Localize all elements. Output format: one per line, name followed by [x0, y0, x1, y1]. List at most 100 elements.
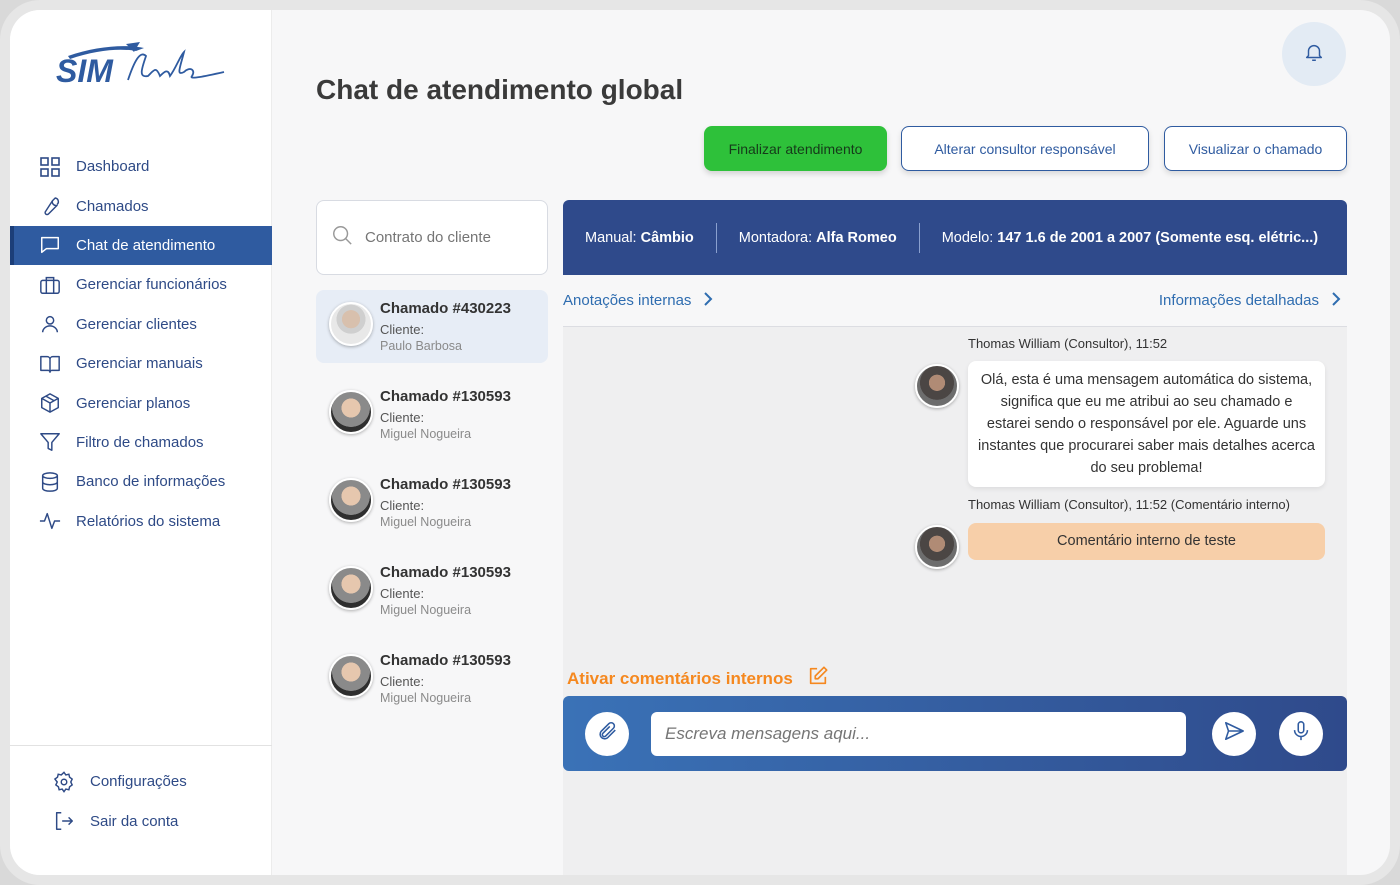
- bell-icon: [1303, 41, 1325, 68]
- anotacoes-internas-label: Anotações internas: [563, 292, 692, 309]
- sidebar-nav: Dashboard Chamados Chat de atendimento G…: [10, 147, 272, 541]
- sidebar-item-label: Dashboard: [76, 158, 150, 176]
- ticket-title: Chamado #430223: [380, 300, 511, 317]
- sidebar-item-chamados[interactable]: Chamados: [10, 186, 272, 225]
- ativar-comentarios-label: Ativar comentários internos: [567, 668, 793, 688]
- avatar: [915, 364, 959, 408]
- avatar: [329, 478, 373, 522]
- avatar: [329, 654, 373, 698]
- sidebar-item-banco-de-informacoes[interactable]: Banco de informações: [10, 462, 272, 501]
- message-input[interactable]: [651, 711, 1186, 756]
- manual-value: Câmbio: [640, 229, 694, 246]
- simclub-logo[interactable]: SIM: [56, 42, 226, 90]
- message-bubble: Olá, esta é uma mensagem automática do s…: [968, 361, 1325, 487]
- avatar: [329, 302, 373, 346]
- visualizar-chamado-button[interactable]: Visualizar o chamado: [1164, 126, 1347, 171]
- message-meta: Thomas William (Consultor), 11:52: [968, 336, 1168, 351]
- briefcase-icon: [38, 273, 62, 297]
- chevron-right-icon: [691, 291, 713, 311]
- ticket-info-bar: Manual: Câmbio Montadora: Alfa Romeo Model…: [563, 200, 1347, 275]
- avatar: [915, 525, 959, 569]
- ticket-item[interactable]: Chamado #130593 Cliente: Miguel Nogueira: [316, 378, 548, 466]
- informacoes-detalhadas-link[interactable]: Informações detalhadas: [1159, 291, 1341, 311]
- ticket-list: Chamado #430223 Cliente: Paulo Barbosa C…: [316, 290, 548, 730]
- sidebar-item-dashboard[interactable]: Dashboard: [10, 147, 272, 186]
- microphone-icon: [1290, 720, 1312, 747]
- sidebar-item-chat-de-atendimento[interactable]: Chat de atendimento: [10, 225, 272, 266]
- contract-search: [316, 200, 548, 275]
- sidebar-item-label: Gerenciar funcionários: [76, 276, 227, 294]
- ticket-client-label: Cliente:: [380, 586, 425, 601]
- ticket-item[interactable]: Chamado #130593 Cliente: Miguel Nogueira: [316, 466, 548, 554]
- sidebar-item-label: Banco de informações: [76, 473, 226, 491]
- informacoes-detalhadas-label: Informações detalhadas: [1158, 292, 1319, 309]
- wrench-icon: [38, 194, 62, 218]
- montadora-label: Montadora:: [738, 229, 813, 246]
- ticket-item[interactable]: Chamado #130593 Cliente: Miguel Nogueira: [316, 642, 548, 730]
- attach-button[interactable]: [585, 711, 629, 756]
- sidebar-divider: [10, 745, 272, 746]
- sidebar-item-gerenciar-manuais[interactable]: Gerenciar manuais: [10, 344, 272, 383]
- user-icon: [38, 312, 62, 336]
- dashboard-icon: [38, 155, 62, 179]
- manual-info: Manual: Câmbio: [563, 230, 716, 246]
- ticket-client-name: Paulo Barbosa: [380, 339, 463, 353]
- gear-icon: [52, 770, 76, 794]
- alterar-consultor-button[interactable]: Alterar consultor responsável: [901, 126, 1149, 171]
- ticket-client-label: Cliente:: [380, 498, 425, 513]
- book-icon: [38, 352, 62, 376]
- database-icon: [38, 470, 62, 494]
- manual-label: Manual:: [585, 229, 637, 246]
- ticket-title: Chamado #130593: [380, 564, 511, 581]
- search-icon: [331, 224, 353, 251]
- sidebar-item-sair-da-conta[interactable]: Sair da conta: [10, 801, 272, 840]
- filter-icon: [38, 430, 62, 454]
- ticket-client-label: Cliente:: [380, 322, 425, 337]
- sidebar-bottom-nav: Configurações Sair da conta: [10, 762, 272, 841]
- anotacoes-internas-link[interactable]: Anotações internas: [563, 291, 713, 311]
- ticket-client-label: Cliente:: [380, 674, 425, 689]
- ticket-title: Chamado #130593: [380, 388, 511, 405]
- ticket-client-label: Cliente:: [380, 410, 425, 425]
- sidebar-item-label: Filtro de chamados: [76, 433, 204, 451]
- ticket-client-name: Miguel Nogueira: [380, 427, 472, 441]
- page-title: Chat de atendimento global: [316, 74, 684, 105]
- finalizar-atendimento-button[interactable]: Finalizar atendimento: [704, 126, 887, 171]
- sidebar-item-label: Relatórios do sistema: [76, 512, 221, 530]
- montadora-value: Alfa Romeo: [816, 229, 897, 246]
- activity-icon: [38, 509, 62, 533]
- sidebar-item-label: Configurações: [90, 773, 187, 791]
- sidebar-item-label: Gerenciar manuais: [76, 355, 203, 373]
- ticket-item[interactable]: Chamado #130593 Cliente: Miguel Nogueira: [316, 554, 548, 642]
- avatar: [329, 566, 373, 610]
- sidebar-item-gerenciar-planos[interactable]: Gerenciar planos: [10, 383, 272, 422]
- paperclip-icon: [596, 720, 618, 747]
- sidebar-item-filtro-de-chamados[interactable]: Filtro de chamados: [10, 423, 272, 462]
- search-input[interactable]: [365, 229, 535, 246]
- chevron-right-icon: [1319, 291, 1341, 311]
- app-screen: SIM Dashboard Chamados Chat de atendimen…: [10, 10, 1390, 875]
- sidebar-item-relatorios-do-sistema[interactable]: Relatórios do sistema: [10, 502, 272, 541]
- sidebar-item-label: Gerenciar clientes: [76, 315, 197, 333]
- send-button[interactable]: [1212, 711, 1256, 756]
- ticket-title: Chamado #130593: [380, 652, 511, 669]
- sidebar-item-gerenciar-clientes[interactable]: Gerenciar clientes: [10, 305, 272, 344]
- sidebar-item-configuracoes[interactable]: Configurações: [10, 762, 272, 801]
- montadora-info: Montadora: Alfa Romeo: [717, 230, 919, 246]
- modelo-label: Modelo:: [941, 229, 994, 246]
- send-icon: [1223, 720, 1245, 747]
- ticket-item[interactable]: Chamado #430223 Cliente: Paulo Barbosa: [316, 290, 548, 363]
- message-meta: Thomas William (Consultor), 11:52 (Comen…: [968, 497, 1290, 512]
- sidebar-item-label: Chamados: [76, 197, 149, 215]
- notifications-button[interactable]: [1282, 22, 1346, 86]
- sidebar: SIM Dashboard Chamados Chat de atendimen…: [10, 10, 272, 875]
- sidebar-item-label: Sair da conta: [90, 812, 179, 830]
- modelo-info: Modelo: 147 1.6 de 2001 a 2007 (Somente e…: [920, 230, 1340, 246]
- message-composer: [563, 696, 1347, 771]
- edit-icon: [793, 665, 829, 692]
- microphone-button[interactable]: [1279, 711, 1323, 756]
- ativar-comentarios-internos[interactable]: Ativar comentários internos: [567, 665, 829, 692]
- chat-panel: Anotações internas Informações detalhada…: [563, 275, 1347, 875]
- ticket-client-name: Miguel Nogueira: [380, 691, 472, 705]
- sidebar-item-gerenciar-funcionarios[interactable]: Gerenciar funcionários: [10, 265, 272, 304]
